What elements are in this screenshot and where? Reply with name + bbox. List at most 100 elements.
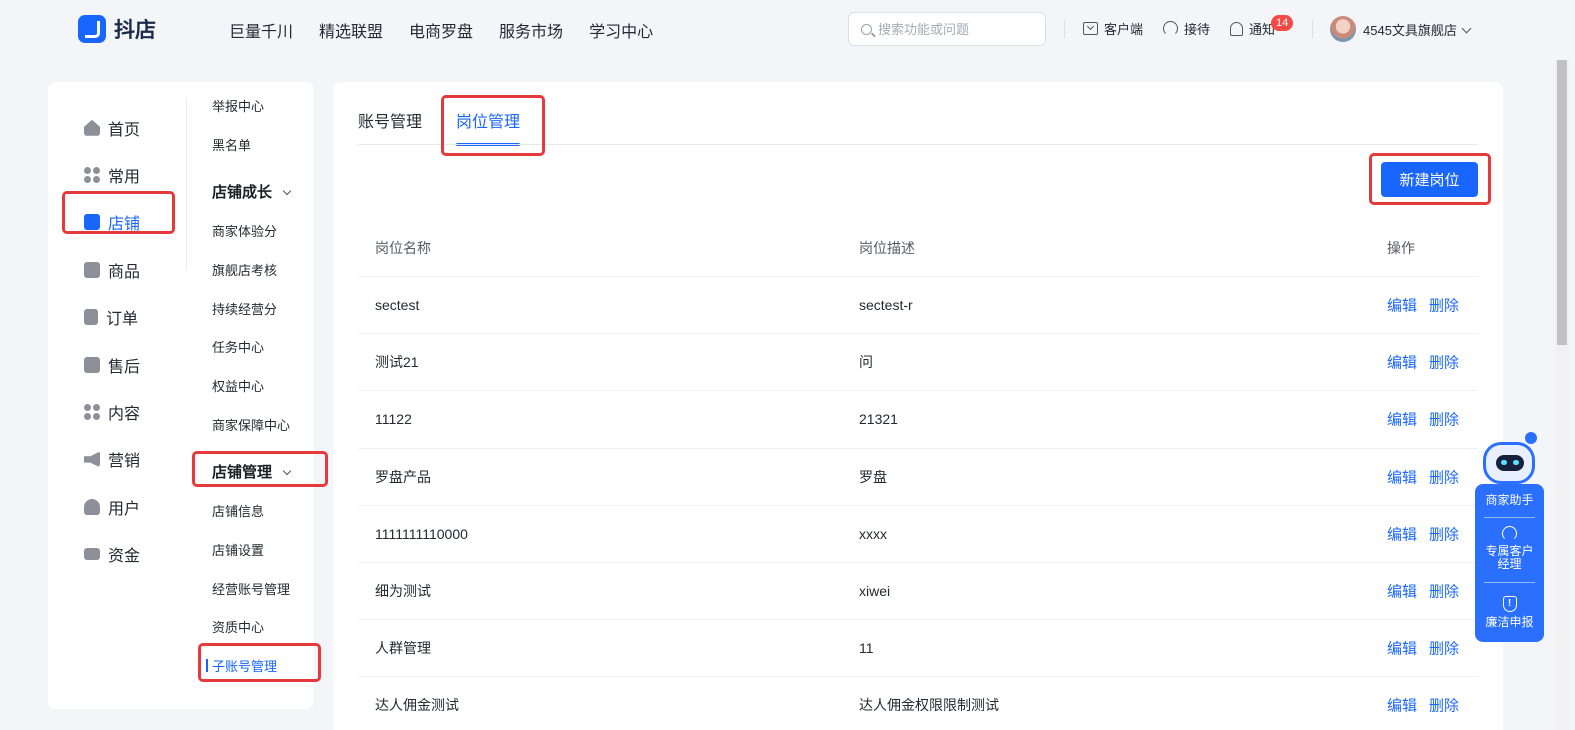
subnav-item-experience[interactable]: 商家体验分 [212, 221, 277, 240]
edit-link[interactable]: 编辑 [1387, 298, 1417, 315]
shield-icon: ! [1502, 596, 1517, 612]
delete-link[interactable]: 删除 [1429, 641, 1459, 658]
sidebar-item-label: 订单 [106, 311, 139, 329]
position-name: 达人佣金测试 [375, 697, 459, 714]
top-nav: 巨量千川 精选联盟 电商罗盘 服务市场 学习中心 [229, 18, 653, 42]
edit-link[interactable]: 编辑 [1387, 698, 1417, 715]
robot-face [1496, 455, 1524, 471]
sidebar-item-label: 常用 [108, 169, 141, 187]
top-nav-item-qianchuan[interactable]: 巨量千川 [229, 18, 293, 42]
shop-switcher[interactable]: 4545文具旗舰店 [1363, 20, 1472, 39]
chevron-down-icon [1461, 23, 1472, 34]
edit-link[interactable]: 编辑 [1387, 526, 1417, 543]
content-icon [84, 404, 100, 420]
merchant-assistant-button[interactable]: 商家助手 [1475, 494, 1544, 507]
table-header-row: 岗位名称 岗位描述 操作 [358, 220, 1478, 277]
position-name: 罗盘产品 [375, 468, 431, 485]
subnav-group-growth[interactable]: 店铺成长 [212, 181, 292, 202]
home-icon [84, 119, 100, 136]
sidebar-item-content[interactable]: 内容 [84, 388, 140, 435]
edit-link[interactable]: 编辑 [1387, 355, 1417, 372]
sidebar-item-after-sale[interactable]: 售后 [84, 341, 140, 388]
avatar[interactable] [1330, 16, 1356, 42]
position-name: 测试21 [375, 354, 419, 371]
sidebar-item-home[interactable]: 首页 [84, 104, 140, 151]
after-sale-icon [84, 356, 100, 373]
edit-link[interactable]: 编辑 [1387, 584, 1417, 601]
edit-link[interactable]: 编辑 [1387, 641, 1417, 658]
helper-label: 专属客户经理 [1485, 544, 1534, 571]
chevron-down-icon [282, 466, 292, 476]
delete-link[interactable]: 删除 [1429, 584, 1459, 601]
position-description: 21321 [859, 411, 898, 428]
tab-position-management[interactable]: 岗位管理 [456, 108, 521, 146]
robot-head [1483, 442, 1535, 484]
new-position-button[interactable]: 新建岗位 [1381, 162, 1478, 197]
delete-link[interactable]: 删除 [1429, 469, 1459, 486]
subnav-group-label: 店铺成长 [212, 184, 273, 201]
row-actions: 编辑 删除 [1387, 581, 1471, 602]
assistant-robot-icon[interactable] [1479, 432, 1539, 488]
logo[interactable]: 抖店 [78, 14, 156, 44]
sidebar-item-label: 首页 [108, 121, 141, 139]
search-input[interactable] [878, 21, 1038, 37]
row-actions: 编辑 删除 [1387, 638, 1471, 659]
subnav-item-task-center[interactable]: 任务中心 [212, 337, 264, 356]
column-header-description: 岗位描述 [859, 240, 915, 256]
helper-label: 商家助手 [1485, 493, 1534, 507]
top-nav-item-compass[interactable]: 电商罗盘 [409, 18, 473, 42]
delete-link[interactable]: 删除 [1429, 698, 1459, 715]
top-nav-item-alliance[interactable]: 精选联盟 [319, 18, 383, 42]
top-nav-item-learning[interactable]: 学习中心 [589, 18, 653, 42]
delete-link[interactable]: 删除 [1429, 526, 1459, 543]
subnav-item-qualification[interactable]: 资质中心 [212, 617, 264, 636]
top-nav-item-market[interactable]: 服务市场 [499, 18, 563, 42]
client-download-button[interactable]: 客户端 [1083, 19, 1143, 38]
sidebar-item-store[interactable]: 店铺 [84, 199, 140, 246]
speaker-icon [84, 451, 100, 468]
sidebar-item-user[interactable]: 用户 [84, 483, 140, 530]
delete-link[interactable]: 删除 [1429, 355, 1459, 372]
sidebar-item-product[interactable]: 商品 [84, 246, 140, 293]
position-name: 11122 [375, 411, 412, 428]
subnav-item-store-info[interactable]: 店铺信息 [212, 501, 264, 520]
integrity-report-button[interactable]: ! 廉洁申报 [1475, 596, 1544, 629]
delete-link[interactable]: 删除 [1429, 298, 1459, 315]
subnav-item-business-account[interactable]: 经营账号管理 [212, 579, 290, 598]
table-row: 细为测试 xiwei 编辑 删除 [358, 563, 1478, 621]
helper-divider [1484, 517, 1535, 518]
delete-link[interactable]: 删除 [1429, 412, 1459, 429]
reception-button[interactable]: 接待 [1163, 19, 1210, 38]
account-manager-button[interactable]: 专属客户经理 [1475, 526, 1544, 571]
edit-link[interactable]: 编辑 [1387, 412, 1417, 429]
position-description: 问 [859, 354, 873, 371]
position-description: 罗盘 [859, 468, 887, 485]
order-icon [84, 309, 98, 326]
search-box[interactable] [848, 12, 1046, 46]
position-name: sectest [375, 297, 420, 314]
notification-button[interactable]: 通知 [1230, 19, 1275, 38]
subnav-item-operation-score[interactable]: 持续经营分 [212, 299, 277, 318]
subnav-item-guarantee[interactable]: 商家保障中心 [212, 415, 290, 434]
sidebar-item-order[interactable]: 订单 [84, 294, 140, 341]
subnav-item-rights[interactable]: 权益中心 [212, 376, 264, 395]
sidebar-item-marketing[interactable]: 营销 [84, 436, 140, 483]
edit-link[interactable]: 编辑 [1387, 469, 1417, 486]
tab-account-management[interactable]: 账号管理 [358, 108, 422, 146]
bell-icon [1230, 21, 1243, 36]
floating-helper-panel: 商家助手 专属客户经理 ! 廉洁申报 [1475, 484, 1544, 642]
table-row: sectest sectest-r 编辑 删除 [358, 277, 1478, 335]
sidebar-divider [186, 98, 187, 270]
sidebar-item-common[interactable]: 常用 [84, 151, 140, 198]
subnav-item-sub-account[interactable]: 子账号管理 [206, 656, 278, 675]
scrollbar-thumb[interactable] [1557, 60, 1567, 345]
position-description: 11 [859, 640, 874, 657]
subnav-item-blacklist[interactable]: 黑名单 [212, 135, 251, 154]
subnav-item-report[interactable]: 举报中心 [212, 96, 264, 115]
subnav-item-store-settings[interactable]: 店铺设置 [212, 540, 264, 559]
row-actions: 编辑 删除 [1387, 466, 1471, 487]
subnav-group-manage[interactable]: 店铺管理 [212, 461, 292, 482]
sidebar-item-funds[interactable]: 资金 [84, 531, 140, 578]
subnav-item-flagship[interactable]: 旗舰店考核 [212, 260, 277, 279]
subnav-item-label: 子账号管理 [212, 659, 278, 674]
